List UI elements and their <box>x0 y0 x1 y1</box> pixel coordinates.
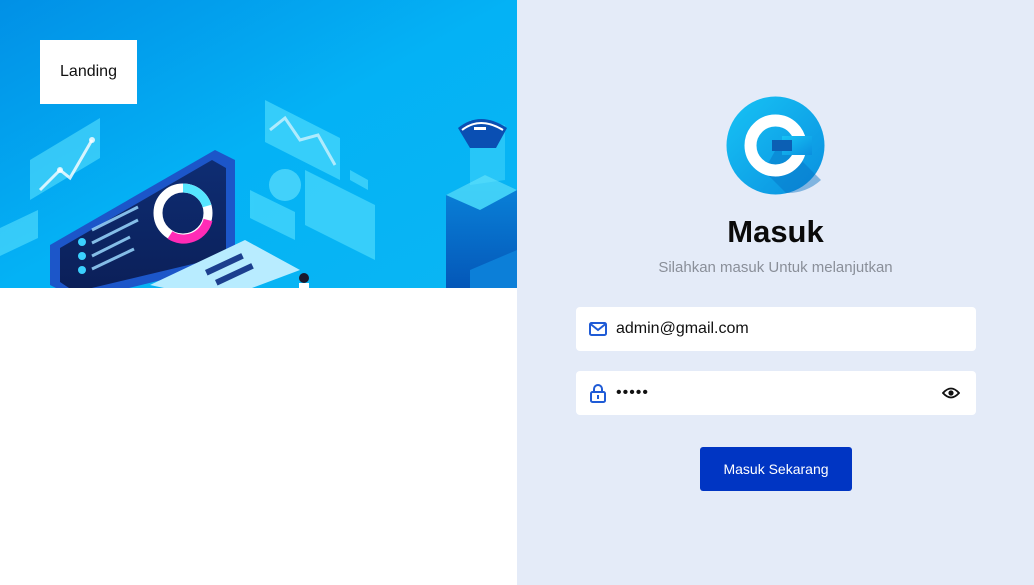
page-subtitle: Silahkan masuk Untuk melanjutkan <box>658 259 893 276</box>
login-panel: Masuk Silahkan masuk Untuk melanjutkan a… <box>517 0 1034 585</box>
mail-icon <box>588 319 608 339</box>
lock-icon <box>588 383 608 403</box>
page-title: Masuk <box>727 214 824 249</box>
login-submit-button[interactable]: Masuk Sekarang <box>700 447 852 491</box>
eye-icon[interactable] <box>940 382 962 404</box>
left-pane: Landing <box>0 0 517 585</box>
email-field <box>576 307 976 351</box>
app-logo <box>726 96 825 195</box>
password-input[interactable] <box>616 371 940 415</box>
password-field <box>576 371 976 415</box>
landing-button[interactable]: Landing <box>40 40 137 104</box>
email-input[interactable] <box>616 307 976 351</box>
